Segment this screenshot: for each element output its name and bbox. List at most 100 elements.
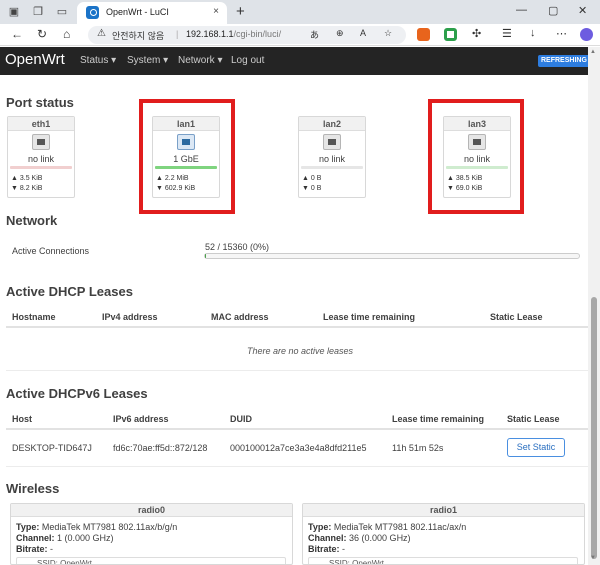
chevron-down-icon: ▾ (163, 55, 169, 66)
port-speed: no link (27, 154, 54, 164)
column-header: Lease time remaining (323, 312, 416, 322)
channel-label: Channel: (16, 533, 55, 543)
tab-close-icon[interactable]: × (213, 6, 219, 17)
wireless-title: Wireless (6, 481, 60, 496)
port-tx: ▲ 3.5 KiB (11, 175, 43, 182)
puzzle-extensions-icon[interactable]: ✣ (472, 27, 481, 40)
ssid-row: SSID: OpenWrt (308, 557, 578, 564)
collections-icon[interactable]: ❐ (30, 4, 46, 20)
column-header: Hostname (12, 312, 56, 322)
zoom-icon[interactable]: ⊕ (336, 28, 344, 39)
new-tab-button[interactable]: + (236, 3, 245, 20)
ethernet-port-icon (323, 134, 341, 150)
column-header: Static Lease (490, 312, 543, 322)
set-static-button[interactable]: Set Static (507, 438, 565, 457)
highlight-box-lan1 (139, 99, 235, 214)
column-header: Lease time remaining (392, 414, 485, 424)
back-icon[interactable]: ← (11, 27, 23, 41)
menu-status[interactable]: Status ▾ (80, 55, 116, 66)
extension-icon[interactable] (417, 28, 430, 41)
active-connections-value: 52 / 15360 (0%) (205, 242, 270, 252)
url-path: /cgi-bin/luci/ (233, 29, 282, 39)
scroll-down-icon[interactable]: ▼ (590, 555, 596, 561)
url-host: 192.168.1.1 (186, 29, 234, 39)
security-status[interactable]: 안전하지 않음 (112, 29, 164, 42)
radio-card-radio0: radio0 Type: MediaTek MT7981 802.11ax/b/… (10, 503, 293, 565)
menu-status-label: Status (80, 55, 109, 66)
menu-system[interactable]: System ▾ (127, 55, 168, 66)
radio-type: Type: MediaTek MT7981 802.11ax/b/g/n (16, 522, 177, 532)
translate-icon[interactable]: あ (310, 28, 319, 41)
port-card-lan2: lan2 no link ▲ 0 B ▼ 0 B (298, 116, 366, 198)
radio-name: radio0 (11, 504, 292, 517)
dhcpv6-leases-title: Active DHCPv6 Leases (6, 386, 148, 401)
read-aloud-icon[interactable]: A (360, 28, 366, 38)
type-value: MediaTek MT7981 802.11ax/b/g/n (41, 522, 178, 532)
scroll-up-icon[interactable]: ▲ (590, 49, 596, 55)
port-status-bar (301, 166, 363, 169)
column-header: Static Lease (507, 414, 560, 424)
column-header: IPv4 address (102, 312, 158, 322)
profile-icon[interactable]: ▣ (6, 4, 22, 20)
lease-host: DESKTOP-TID647J (12, 443, 92, 453)
port-status-bar (10, 166, 72, 169)
type-label: Type: (308, 522, 332, 532)
chevron-down-icon: ▾ (111, 55, 117, 66)
network-title: Network (6, 213, 58, 228)
port-rx: ▼ 8.2 KiB (11, 185, 43, 192)
brand-logo[interactable]: OpenWrt (5, 51, 65, 68)
port-card-eth1: eth1 no link ▲ 3.5 KiB ▼ 8.2 KiB (7, 116, 75, 198)
address-separator: | (176, 29, 179, 39)
dhcpv6-table-header: Host IPv6 address DUID Lease time remain… (6, 408, 588, 430)
menu-network[interactable]: Network ▾ (178, 55, 223, 66)
not-secure-icon[interactable]: ⚠ (97, 28, 106, 39)
menu-system-label: System (127, 55, 161, 66)
browser-tab[interactable]: OpenWrt - LuCI × (77, 2, 227, 24)
page-scrollbar[interactable]: ▲ ▼ (588, 47, 600, 565)
copilot-icon[interactable] (580, 28, 593, 41)
scrollbar-thumb[interactable] (591, 297, 597, 559)
port-name: eth1 (8, 117, 74, 131)
active-connections-label: Active Connections (12, 246, 90, 256)
row-divider (6, 370, 588, 371)
progress-fill (205, 254, 207, 258)
lease-time: 11h 51m 52s (392, 443, 444, 453)
reload-icon[interactable]: ↻ (37, 27, 47, 41)
lease-ipv6: fd6c:70ae:ff5d::872/128 (113, 443, 208, 453)
bitrate-label: Bitrate: (16, 544, 48, 554)
extension-icon[interactable] (444, 28, 457, 41)
refreshing-badge[interactable]: REFRESHING (538, 55, 590, 67)
radio-bitrate: Bitrate: - (308, 544, 345, 554)
channel-label: Channel: (308, 533, 347, 543)
downloads-icon[interactable]: ↓ (530, 27, 536, 39)
lease-duid: 000100012a7ce3a3e4a8dfd211e5 (230, 443, 367, 453)
active-connections-progress (204, 253, 580, 259)
row-divider (6, 466, 588, 467)
port-tx: ▲ 0 B (302, 175, 322, 182)
dhcp-table-header: Hostname IPv4 address MAC address Lease … (6, 306, 588, 328)
more-menu-icon[interactable]: ⋯ (556, 27, 567, 40)
radio-bitrate: Bitrate: - (16, 544, 53, 554)
address-toolbar: ← ↻ ⌂ ⚠ 안전하지 않음 | 192.168.1.1/cgi-bin/lu… (0, 24, 600, 46)
maximize-icon[interactable]: ▢ (548, 4, 558, 17)
highlight-box-lan3 (428, 99, 524, 214)
menu-logout[interactable]: Log out (231, 55, 264, 66)
close-window-icon[interactable]: ✕ (578, 4, 587, 17)
address-bar[interactable]: ⚠ 안전하지 않음 | 192.168.1.1/cgi-bin/luci/ あ … (88, 26, 406, 44)
openwrt-favicon-icon (86, 6, 99, 19)
ethernet-port-icon (32, 134, 50, 150)
favorite-star-icon[interactable]: ☆ (384, 28, 392, 39)
type-label: Type: (16, 522, 40, 532)
tab-actions-icon[interactable]: ▭ (54, 4, 70, 20)
favorites-list-icon[interactable]: ☰ (502, 27, 512, 40)
radio-type: Type: MediaTek MT7981 802.11ac/ax/n (308, 522, 466, 532)
home-icon[interactable]: ⌂ (63, 27, 70, 41)
address-url[interactable]: 192.168.1.1/cgi-bin/luci/ (186, 29, 281, 39)
port-rx: ▼ 0 B (302, 185, 322, 192)
bitrate-value: - (342, 544, 346, 554)
minimize-icon[interactable]: — (516, 4, 527, 16)
dhcp-leases-title: Active DHCP Leases (6, 284, 133, 299)
column-header: IPv6 address (113, 414, 169, 424)
bitrate-label: Bitrate: (308, 544, 340, 554)
column-header: Host (12, 414, 32, 424)
